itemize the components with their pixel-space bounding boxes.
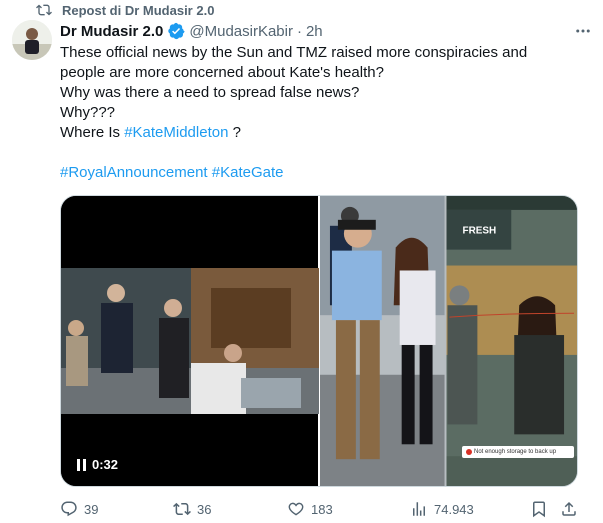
hashtag-royalannouncement[interactable]: #RoyalAnnouncement [60, 164, 208, 181]
reply-button[interactable]: 39 [60, 500, 98, 518]
media-grid: 0:32 FRESH Not enough storage to back up [60, 195, 578, 487]
views-button[interactable]: 74.943 [410, 500, 474, 518]
tweet-line-tags: #RoyalAnnouncement #KateGate [60, 163, 590, 183]
video-player[interactable]: 0:32 [61, 196, 319, 486]
repost-button[interactable]: 36 [173, 500, 211, 518]
tweet-line: Why was there a need to spread false new… [60, 84, 360, 101]
reply-icon [61, 501, 77, 517]
repost-icon [173, 502, 191, 516]
hashtag-katemiddleton[interactable]: #KateMiddleton [124, 124, 228, 141]
tweet-line: Why??? [60, 104, 116, 121]
repost-banner[interactable]: Repost di Dr Mudasir 2.0 [36, 0, 214, 20]
tweet-line-where: Where Is #KateMiddleton ? [60, 123, 590, 143]
video-time: 0:32 [92, 457, 119, 472]
verified-badge-icon [168, 22, 185, 40]
storage-notice: Not enough storage to back up [462, 446, 574, 458]
like-button[interactable]: 183 [287, 500, 333, 518]
bookmark-icon [533, 501, 545, 518]
video-frame [61, 268, 319, 414]
views-icon [413, 502, 425, 516]
more-options-icon[interactable] [573, 22, 593, 40]
reply-count: 39 [84, 501, 99, 517]
author-name[interactable]: Dr Mudasir 2.0 [60, 23, 163, 40]
tweet-text: These official news by the Sun and TMZ r… [60, 43, 590, 183]
avatar[interactable] [12, 20, 52, 60]
repost-icon [36, 4, 52, 16]
hashtag-kategate[interactable]: #KateGate [212, 164, 284, 181]
empty-line [60, 143, 590, 163]
tweet-line: people are more concerned about Kate's h… [60, 64, 384, 81]
share-button[interactable] [560, 500, 578, 518]
tweet-header: Dr Mudasir 2.0 @MudasirKabir · 2h [60, 20, 603, 42]
tweet-line: These official news by the Sun and TMZ r… [60, 44, 528, 61]
bookmark-button[interactable] [530, 500, 548, 518]
repost-count: 36 [197, 501, 212, 517]
where-prefix: Where Is [60, 124, 125, 141]
separator-dot: · [296, 22, 302, 40]
like-count: 183 [311, 501, 333, 517]
share-icon [562, 501, 576, 516]
views-count: 74.943 [434, 501, 474, 517]
video-controls[interactable]: 0:32 [77, 457, 118, 472]
photo[interactable]: FRESH Not enough storage to back up [320, 196, 577, 486]
timestamp[interactable]: 2h [306, 23, 323, 40]
repost-label: Repost di Dr Mudasir 2.0 [62, 2, 215, 18]
store-sign: FRESH [463, 226, 497, 237]
heart-icon [288, 502, 304, 516]
action-bar: 39 36 183 74.943 [60, 498, 590, 520]
where-suffix: ? [228, 124, 241, 141]
author-handle[interactable]: @MudasirKabir [189, 23, 293, 40]
pause-icon[interactable] [77, 458, 86, 471]
